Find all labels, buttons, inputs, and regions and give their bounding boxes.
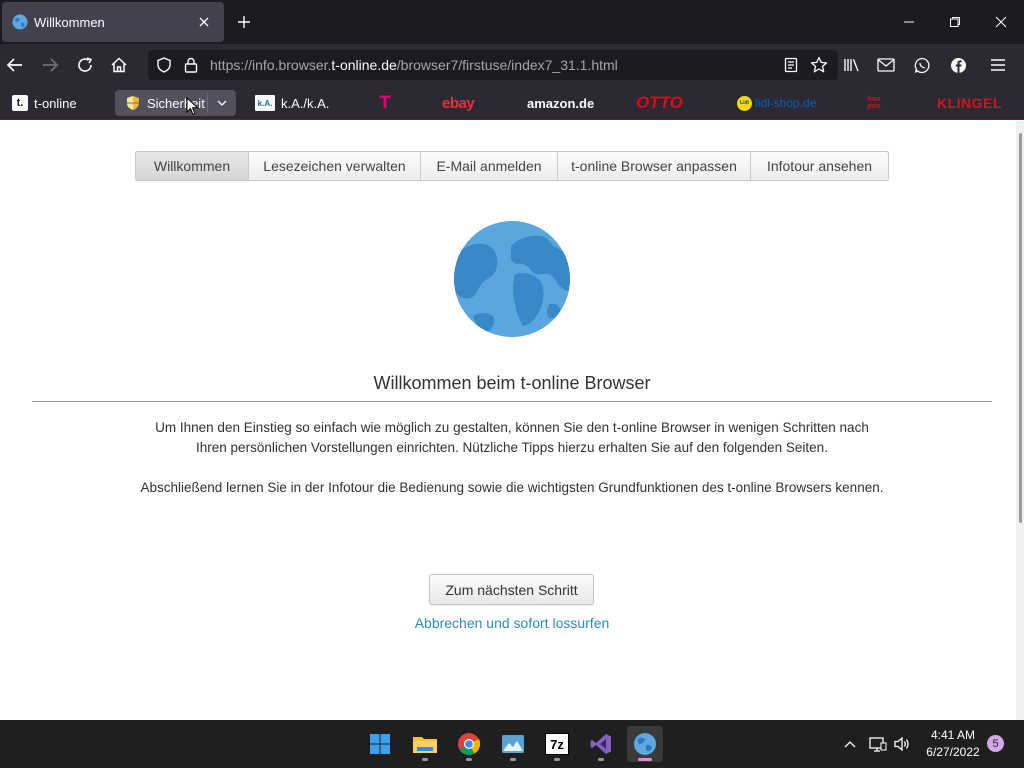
taskbar: 7z 4:41 AM 6/27/2022 — [0, 720, 1024, 768]
vertical-scrollbar[interactable] — [1016, 121, 1024, 720]
bookmarks-toolbar: t. t-online Sicherheit k.A. k.A./k.A. T … — [0, 86, 1024, 120]
otto-logo: OTTO — [636, 93, 683, 112]
minimize-icon[interactable] — [886, 0, 932, 44]
bookmark-ebay[interactable]: ebay — [442, 90, 475, 116]
next-step-button[interactable]: Zum nächsten Schritt — [429, 574, 594, 605]
menu-icon[interactable] — [983, 50, 1013, 80]
security-shield-icon — [125, 95, 141, 111]
running-indicator — [554, 758, 560, 761]
bookmark-tonline[interactable]: t. t-online — [12, 90, 77, 116]
klingel-logo: KLINGEL — [937, 95, 1002, 111]
new-tab-icon[interactable] — [232, 10, 256, 34]
home-icon[interactable] — [104, 50, 134, 80]
reload-icon[interactable] — [70, 50, 100, 80]
tab-browser-anpassen[interactable]: t-online Browser anpassen — [558, 152, 751, 180]
tonline-browser-taskbar-icon[interactable] — [627, 726, 663, 762]
navigation-toolbar: https://info.browser.t-online.de/browser… — [0, 44, 1024, 86]
url-prefix: https://info.browser. — [210, 57, 332, 73]
bonprix-logo: bon prix — [867, 96, 881, 110]
clock-time: 4:41 AM — [930, 728, 976, 742]
cancel-link: Abbrechen und sofort lossurfen — [0, 615, 1024, 631]
amazon-logo: amazon.de — [527, 95, 595, 111]
network-icon[interactable] — [866, 732, 890, 756]
chrome-icon[interactable] — [451, 726, 487, 762]
telekom-logo: T — [379, 93, 391, 113]
restore-icon[interactable] — [932, 0, 978, 44]
file-explorer-icon[interactable] — [407, 726, 443, 762]
running-indicator — [422, 758, 428, 761]
mouse-cursor-icon — [186, 97, 199, 116]
chevron-up-icon[interactable] — [838, 732, 862, 756]
7zip-icon[interactable]: 7z — [539, 726, 575, 762]
tab-lesezeichen-verwalten[interactable]: Lesezeichen verwalten — [249, 152, 421, 180]
url-text[interactable]: https://info.browser.t-online.de/browser… — [210, 57, 618, 73]
lidl-logo-icon: Lidl — [737, 95, 752, 111]
notification-badge[interactable]: 5 — [987, 735, 1004, 752]
cancel-link-text[interactable]: Abbrechen und sofort lossurfen — [415, 615, 610, 631]
mail-icon[interactable] — [871, 50, 901, 80]
bookmark-label: t-online — [34, 95, 77, 111]
scrollbar-thumb[interactable] — [1019, 133, 1022, 523]
facebook-icon[interactable] — [943, 50, 973, 80]
wizard-tabs: Willkommen Lesezeichen verwalten E-Mail … — [135, 151, 889, 181]
running-indicator — [510, 758, 516, 761]
ka-logo-icon: k.A. — [255, 95, 275, 111]
tonline-logo-icon: t. — [12, 95, 28, 111]
reader-view-icon[interactable] — [782, 56, 800, 74]
lock-icon[interactable] — [182, 56, 200, 74]
visual-studio-icon[interactable] — [583, 726, 619, 762]
start-icon[interactable] — [362, 726, 398, 762]
bookmark-klingel[interactable]: KLINGEL — [937, 90, 1002, 116]
photos-icon[interactable] — [495, 726, 531, 762]
clock-date: 6/27/2022 — [926, 745, 980, 759]
close-tab-icon[interactable] — [192, 10, 216, 34]
intro-paragraph-line-1: Um Ihnen den Einstieg so einfach wie mög… — [155, 420, 869, 435]
back-arrow-icon[interactable] — [0, 50, 30, 80]
close-window-icon[interactable] — [978, 0, 1024, 44]
browser-tab[interactable]: Willkommen — [2, 2, 224, 42]
intro-paragraph-line-2: Ihren persönlichen Vorstellungen einrich… — [196, 440, 828, 455]
tab-strip: Willkommen — [0, 0, 1024, 44]
bookmark-lidl[interactable]: Lidl lidl-shop.de — [737, 90, 816, 116]
tonline-logo-text: t. — [16, 97, 24, 109]
system-clock[interactable]: 4:41 AM 6/27/2022 — [918, 727, 988, 761]
tab-willkommen[interactable]: Willkommen — [136, 152, 249, 180]
forward-arrow-icon[interactable] — [35, 50, 65, 80]
bookmark-label: k.A./k.A. — [281, 95, 330, 111]
tracking-shield-icon[interactable] — [155, 56, 173, 74]
bookmark-otto[interactable]: OTTO — [636, 90, 683, 116]
chevron-down-icon[interactable] — [213, 94, 231, 112]
bookmark-folder-sicherheit[interactable]: Sicherheit — [115, 90, 236, 116]
ka-logo-text: k.A. — [257, 98, 273, 108]
running-indicator — [638, 758, 652, 761]
bookmark-ka[interactable]: k.A. k.A./k.A. — [255, 90, 329, 116]
globe-icon — [12, 14, 28, 30]
tab-infotour-ansehen[interactable]: Infotour ansehen — [751, 152, 888, 180]
lidl-logo-text: Lidl — [740, 100, 749, 106]
url-domain: t-online.de — [331, 57, 397, 73]
ebay-logo: ebay — [442, 94, 475, 112]
volume-icon[interactable] — [890, 732, 914, 756]
tab-email-anmelden[interactable]: E-Mail anmelden — [421, 152, 558, 180]
bookmark-telekom[interactable]: T — [376, 90, 394, 116]
running-indicator — [598, 758, 604, 761]
divider — [32, 401, 992, 402]
separator — [207, 93, 208, 113]
7zip-logo: 7z — [545, 733, 569, 755]
infotour-paragraph: Abschließend lernen Sie in der Infotour … — [140, 480, 884, 495]
page-title: Willkommen beim t-online Browser — [373, 373, 651, 393]
library-icon[interactable] — [837, 50, 867, 80]
bookmark-star-icon[interactable] — [810, 56, 828, 74]
running-indicator — [466, 758, 472, 761]
bookmark-bonprix[interactable]: bon prix — [862, 90, 886, 116]
whatsapp-icon[interactable] — [907, 50, 937, 80]
url-bar[interactable]: https://info.browser.t-online.de/browser… — [148, 50, 838, 80]
page-content: Willkommen Lesezeichen verwalten E-Mail … — [0, 121, 1016, 720]
tab-title: Willkommen — [34, 14, 105, 30]
url-path: /browser7/firstuse/index7_31.1.html — [396, 57, 618, 73]
bookmark-amazon[interactable]: amazon.de — [527, 90, 594, 116]
bookmark-label: lidl-shop.de — [755, 96, 817, 110]
globe-icon — [454, 221, 570, 337]
